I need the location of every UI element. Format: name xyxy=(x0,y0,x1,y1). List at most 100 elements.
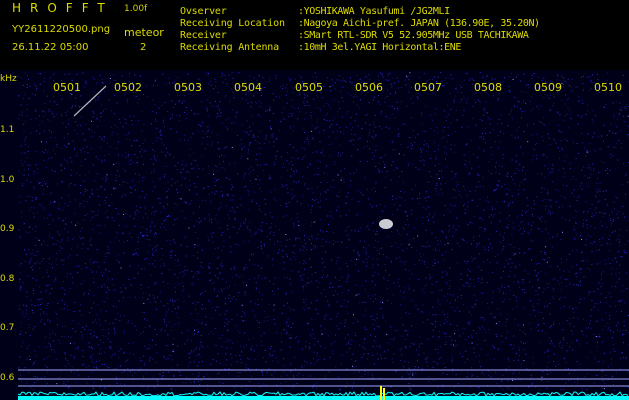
noise-dot xyxy=(466,376,468,378)
noise-dot xyxy=(409,371,411,373)
noise-dot xyxy=(241,143,243,145)
noise-dot xyxy=(280,382,282,384)
noise-dot xyxy=(238,228,240,230)
noise-dot xyxy=(547,373,549,375)
noise-dot xyxy=(502,341,503,342)
noise-dot xyxy=(23,174,25,176)
noise-dot xyxy=(564,80,566,82)
noise-dot xyxy=(219,363,221,364)
noise-dot xyxy=(517,189,519,191)
noise-dot xyxy=(358,258,360,260)
noise-dot xyxy=(375,233,377,235)
noise-dot xyxy=(225,318,227,320)
noise-dot xyxy=(573,226,575,228)
noise-dot xyxy=(602,360,604,362)
noise-dot xyxy=(597,336,599,338)
noise-dot xyxy=(441,289,443,291)
noise-dot xyxy=(615,273,617,275)
noise-dot xyxy=(621,310,622,312)
noise-dot xyxy=(466,99,468,101)
noise-dot xyxy=(569,253,571,255)
noise-dot xyxy=(144,206,146,208)
noise-dot xyxy=(348,238,350,240)
noise-dot xyxy=(70,336,72,338)
noise-dot xyxy=(298,271,300,273)
noise-dot xyxy=(342,78,344,80)
noise-dot xyxy=(95,366,97,368)
noise-dot xyxy=(406,234,408,236)
noise-dot xyxy=(48,110,50,112)
noise-dot xyxy=(449,267,451,269)
noise-dot xyxy=(607,146,609,147)
noise-dot xyxy=(375,149,377,151)
noise-dot xyxy=(548,173,550,175)
noise-dot xyxy=(468,172,470,174)
noise-dot xyxy=(180,244,182,246)
noise-dot xyxy=(61,287,63,289)
noise-dot xyxy=(581,169,582,171)
noise-dot xyxy=(565,155,567,157)
noise-dot xyxy=(104,351,106,353)
noise-dot xyxy=(378,326,380,328)
noise-dot xyxy=(353,382,355,384)
noise-dot xyxy=(271,264,273,266)
noise-dot xyxy=(217,277,219,279)
noise-dot xyxy=(572,176,574,178)
noise-dot xyxy=(531,384,533,386)
noise-dot xyxy=(247,102,249,104)
noise-dot xyxy=(131,181,133,183)
noise-dot xyxy=(249,75,251,77)
noise-dot xyxy=(134,225,136,227)
noise-dot xyxy=(30,387,32,389)
noise-dot xyxy=(486,76,488,77)
noise-dot xyxy=(290,338,292,340)
noise-dot xyxy=(618,279,620,281)
noise-dot xyxy=(51,263,53,265)
noise-dot xyxy=(264,198,266,200)
noise-dot xyxy=(513,294,515,296)
noise-dot xyxy=(594,149,596,151)
noise-dot xyxy=(440,324,442,326)
noise-dot xyxy=(420,310,422,312)
noise-dot xyxy=(488,161,490,163)
noise-dot xyxy=(181,164,183,166)
noise-dot xyxy=(208,83,210,85)
noise-dot xyxy=(614,350,616,352)
noise-dot xyxy=(585,238,587,240)
noise-dot xyxy=(306,362,308,364)
noise-dot xyxy=(359,137,361,139)
noise-dot xyxy=(525,211,527,213)
noise-dot xyxy=(342,86,344,88)
noise-dot xyxy=(613,114,615,115)
noise-dot xyxy=(430,157,432,159)
noise-dot xyxy=(438,148,439,150)
noise-dot xyxy=(609,170,611,171)
noise-dot xyxy=(217,115,219,117)
noise-dot xyxy=(39,267,41,269)
noise-dot xyxy=(457,184,459,186)
noise-dot xyxy=(97,195,99,197)
noise-dot xyxy=(317,160,319,162)
noise-dot xyxy=(100,379,102,381)
noise-dot xyxy=(479,235,481,237)
noise-dot xyxy=(33,173,35,175)
noise-dot xyxy=(80,160,82,162)
noise-dot xyxy=(180,375,182,376)
noise-dot xyxy=(40,73,41,75)
noise-dot xyxy=(384,187,386,189)
noise-dot xyxy=(540,122,542,123)
noise-dot xyxy=(106,297,108,299)
noise-dot xyxy=(178,100,179,102)
noise-dot xyxy=(140,332,142,334)
noise-dot xyxy=(197,251,198,253)
noise-dot xyxy=(138,265,140,266)
noise-dot xyxy=(618,114,620,116)
noise-dot xyxy=(84,292,86,294)
noise-dot xyxy=(177,316,179,318)
noise-dot xyxy=(296,217,298,218)
noise-dot xyxy=(378,162,380,164)
noise-dot xyxy=(500,241,502,243)
noise-dot xyxy=(134,296,136,298)
noise-dot xyxy=(586,224,588,226)
noise-dot xyxy=(564,160,566,162)
